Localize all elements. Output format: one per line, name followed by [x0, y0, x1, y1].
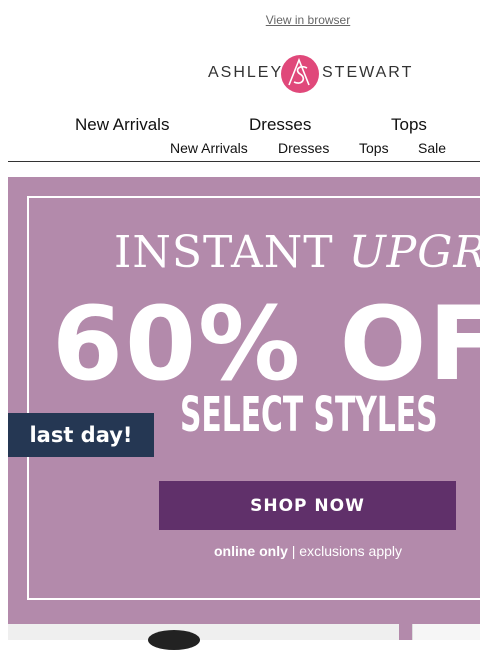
select-styles-text: SELECT STYLES [180, 387, 438, 443]
subnav-dresses[interactable]: Dresses [278, 140, 329, 156]
logo-mark-icon [281, 55, 319, 93]
subnav-sale[interactable]: Sale [418, 140, 446, 156]
view-in-browser-link[interactable]: View in browser [0, 13, 480, 27]
nav-divider [8, 161, 480, 162]
subnav-tops[interactable]: Tops [359, 140, 389, 156]
logo-text-right: STEWART [322, 64, 414, 81]
subnav-new-arrivals[interactable]: New Arrivals [170, 140, 248, 156]
shop-now-button[interactable]: SHOP NOW [159, 481, 456, 530]
secondary-nav: New Arrivals Dresses Tops Sale [0, 140, 480, 158]
product-image-left[interactable] [8, 624, 399, 650]
brand-logo[interactable]: ASHLEY STEWART [208, 52, 418, 96]
promo-banner[interactable]: INSTANT UPGRADE 60% OFF SELECT STYLES la… [8, 177, 480, 640]
headline-plain: INSTANT [114, 227, 334, 278]
nav-new-arrivals[interactable]: New Arrivals [75, 115, 169, 135]
fine-print: online only | exclusions apply [8, 543, 480, 559]
nav-dresses[interactable]: Dresses [249, 115, 311, 135]
headline: INSTANT UPGRADE [114, 227, 480, 278]
fine-print-bold: online only [213, 543, 288, 559]
headline-italic: UPGRADE [348, 227, 480, 278]
primary-nav: New Arrivals Dresses Tops [0, 115, 480, 137]
last-day-badge: last day! [8, 413, 154, 457]
nav-tops[interactable]: Tops [391, 115, 427, 135]
model-head [148, 630, 200, 650]
logo-text-left: ASHLEY [208, 64, 284, 81]
product-image-right[interactable] [412, 624, 480, 640]
fine-print-rest: | exclusions apply [287, 543, 403, 559]
